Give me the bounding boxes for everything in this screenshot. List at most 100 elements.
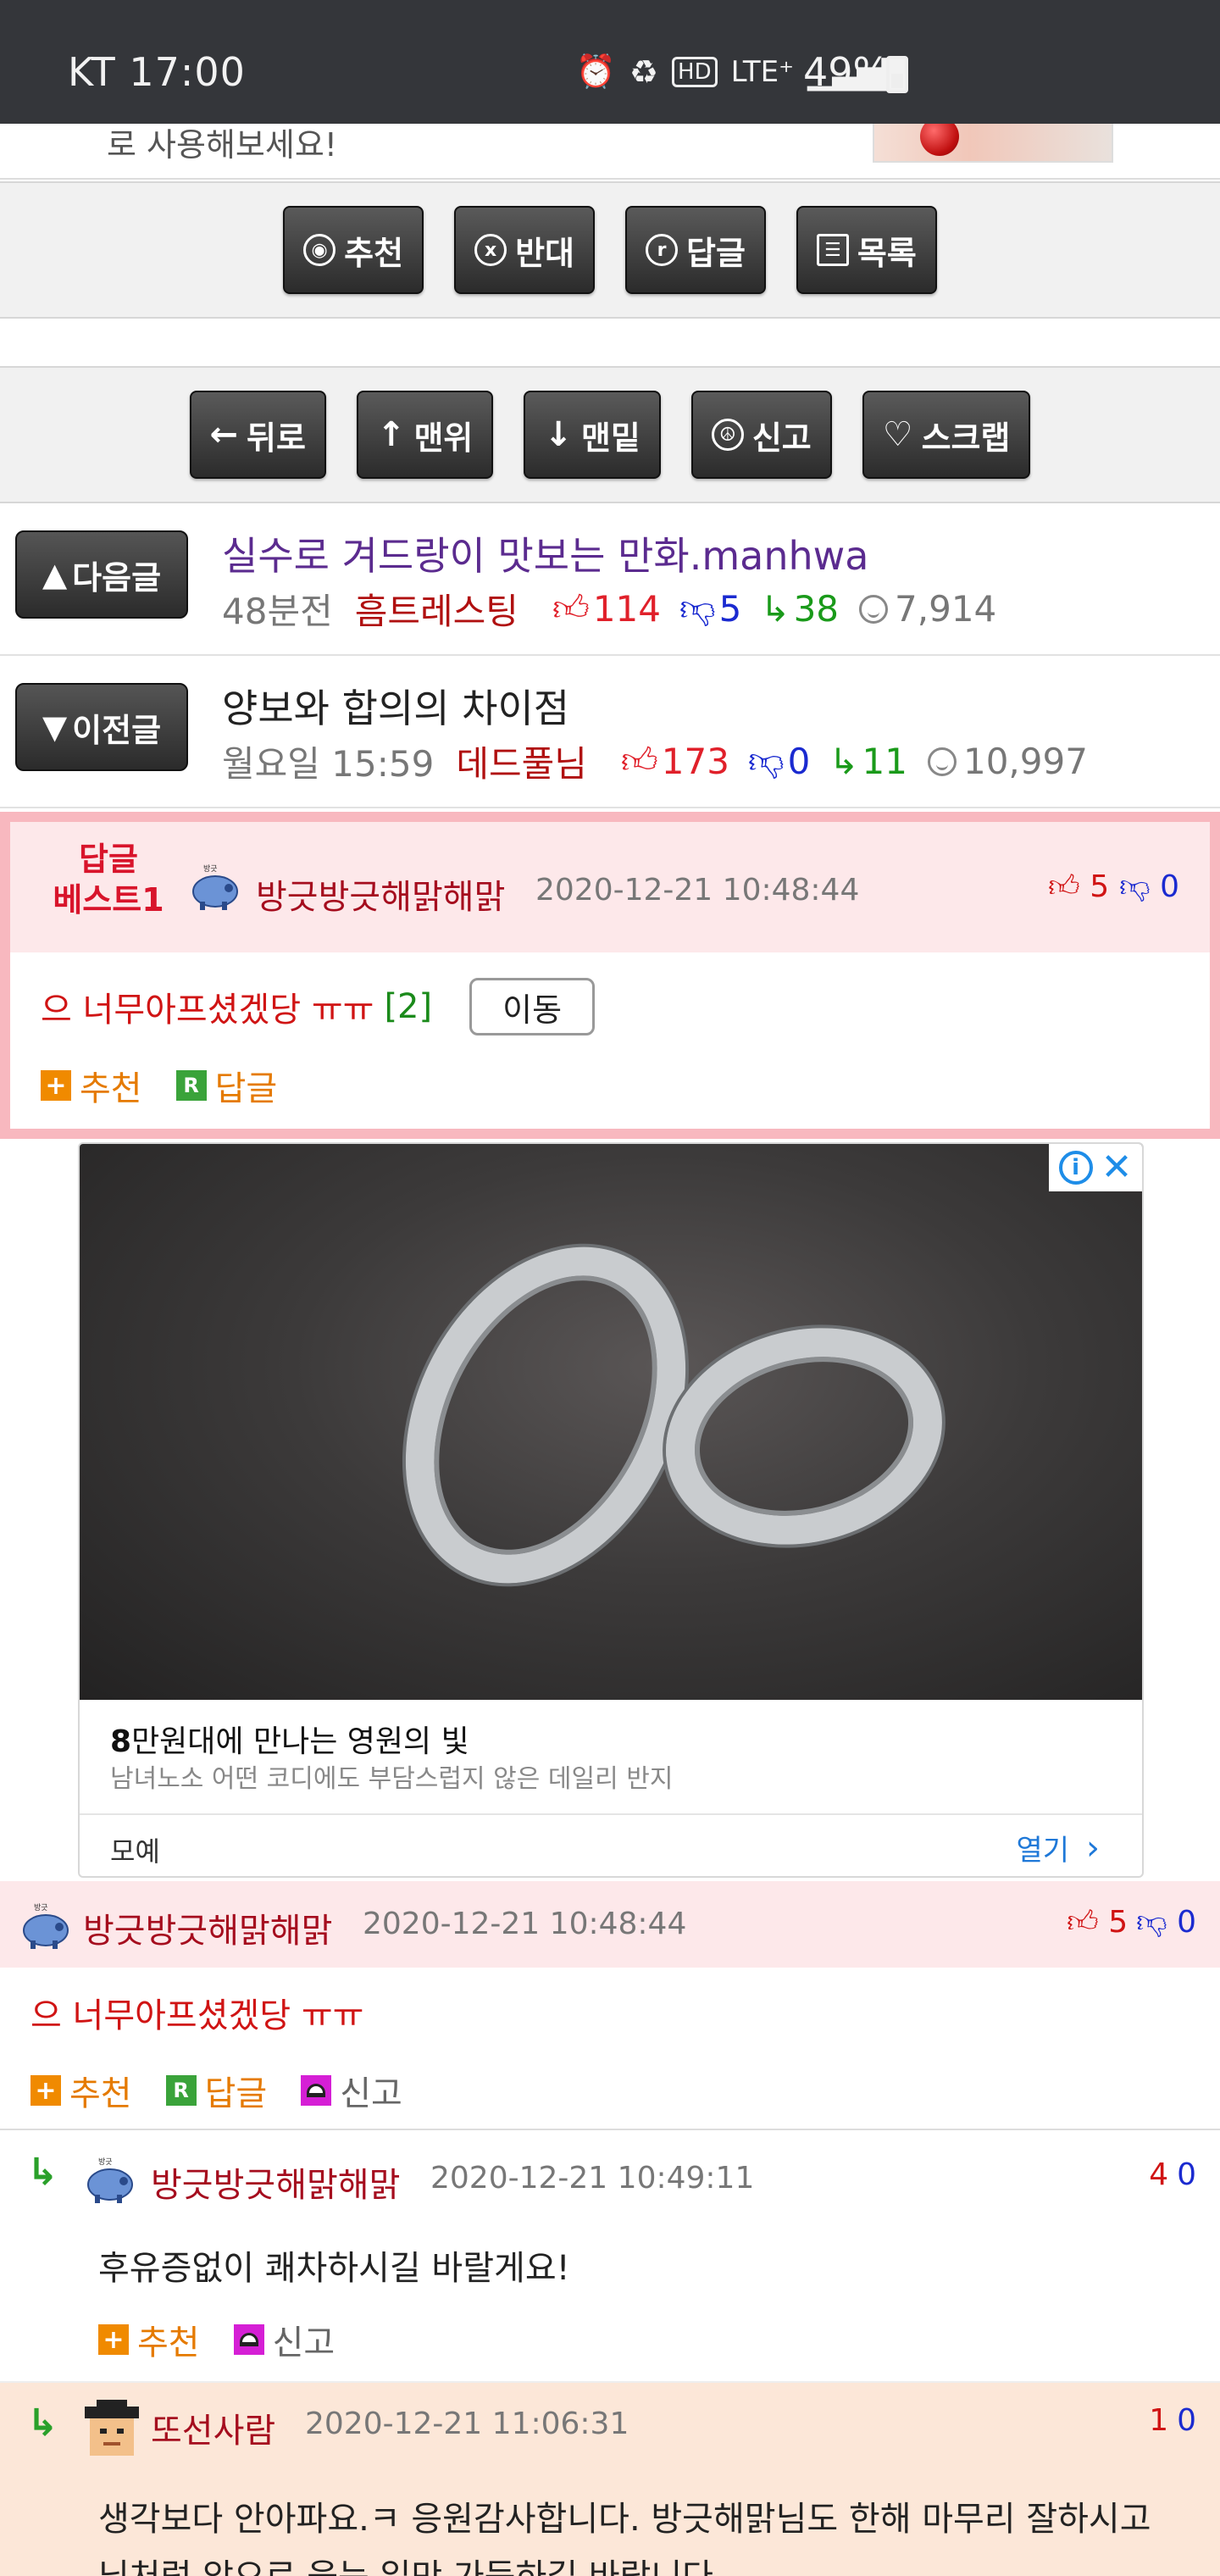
report-action[interactable]: 신고 <box>233 2315 335 2364</box>
scroll-bottom-button[interactable]: ↓ 맨밑 <box>524 391 661 479</box>
ad-brand: 모예 <box>110 1835 160 1868</box>
navigation-toolbar: ← 뒤로 ↑ 맨위 ↓ 맨밑 ☮ 신고 ♡ 스크랩 <box>0 366 1220 503</box>
thumbs-down-icon: 👎︎ <box>1119 869 1151 904</box>
ad-open-button[interactable]: 열기 › <box>1016 1827 1100 1868</box>
reply-count: ↳ 11 <box>829 741 907 782</box>
downvote[interactable]: 👎︎ 0 <box>1119 868 1179 905</box>
next-post-meta: 48분전 흠트레스팅 👍︎ 114 👎︎ 5 ↳ 38 7,914 <box>222 583 996 635</box>
triangle-down-icon: ▼ <box>42 708 68 746</box>
reply-arrow-icon: ↳ <box>829 741 859 782</box>
battery-percent: 49% <box>803 49 890 95</box>
report-label: 신고 <box>751 419 812 457</box>
recommend-label: 추천 <box>344 234 404 272</box>
post-action-toolbar: ◉ 추천 x 반대 r 답글 ☰ 목록 <box>0 181 1220 319</box>
siren-icon <box>301 2075 332 2106</box>
best-reply-actions: + 추천 R 답글 <box>41 1061 277 1110</box>
comment-body-line: 생각보다 안아파요.ㅋ 응원감사합니다. 방긋해맑님도 한해 마무리 잘하시고 <box>98 2500 1151 2539</box>
reply-label: 답글 <box>686 234 746 272</box>
comment-author[interactable]: 또선사람 <box>151 2403 275 2452</box>
next-post-button[interactable]: ▲ 다음글 <box>15 530 188 619</box>
best-reply-body: 으 너무아프셨겠당 ㅠㅠ [2] 이동 <box>41 978 596 1035</box>
prev-post-button[interactable]: ▼ 이전글 <box>15 683 188 771</box>
prev-post-title[interactable]: 양보와 합의의 차이점 <box>222 678 569 734</box>
smile-icon <box>859 594 889 624</box>
best-reply-votes: 👍︎ 5 👎︎ 0 <box>1048 868 1179 905</box>
status-bar: KT 17:00 ⏰ ♻ HD LTE⁺ ▁▃▅▇ 49% <box>0 0 1220 124</box>
ad-choices[interactable]: i ✕ <box>1049 1144 1142 1191</box>
plus-icon: + <box>41 1070 71 1101</box>
ad-image[interactable]: i ✕ <box>80 1144 1142 1700</box>
prev-post-row[interactable]: ▼ 이전글 양보와 합의의 차이점 월요일 15:59 데드풀님 👍︎ 173 👎… <box>0 658 1220 808</box>
triangle-up-icon: ▲ <box>42 556 68 593</box>
comment-author[interactable]: 방긋방긋해맑해맑 <box>151 2157 400 2207</box>
best-reply-author[interactable]: 방긋방긋해맑해맑 <box>256 869 505 919</box>
scroll-top-button[interactable]: ↑ 맨위 <box>356 391 494 479</box>
back-button[interactable]: ← 뒤로 <box>189 391 326 479</box>
post-author[interactable]: 데드풀님 <box>456 736 587 787</box>
plus-icon: + <box>30 2075 61 2106</box>
advertisement[interactable]: i ✕ 8만원대에 만나는 영원의 빛 남녀노소 어떤 코디에도 부담스럽지 않… <box>78 1142 1144 1878</box>
next-post-title[interactable]: 실수로 겨드랑이 맛보는 만화.manhwa <box>222 525 868 581</box>
comment-author[interactable]: 방긋방긋해맑해맑 <box>83 1903 332 1952</box>
thumbs-up-icon: 👍︎ <box>1048 869 1080 904</box>
recommend-action[interactable]: + 추천 <box>98 2315 200 2364</box>
recommend-button[interactable]: ◉ 추천 <box>283 206 424 294</box>
upvote-count: 👍︎ 173 <box>620 740 729 782</box>
svg-text:방긋: 방긋 <box>34 1903 48 1913</box>
best-reply-box: 답글 베스트1 방긋 방긋방긋해맑해맑 2020-12-21 10:48:44 … <box>0 812 1220 1139</box>
pig-avatar-icon: 방긋 <box>192 864 238 910</box>
reply-action[interactable]: R 답글 <box>175 1061 277 1110</box>
upvote-count[interactable]: 1 <box>1149 2403 1168 2438</box>
ad-title[interactable]: 8만원대에 만나는 영원의 빛 <box>110 1717 469 1761</box>
svg-text:방긋: 방긋 <box>98 2157 113 2167</box>
reply-action[interactable]: R 답글 <box>165 2066 267 2115</box>
upvote[interactable]: 👍︎ 5 <box>1048 868 1109 905</box>
alarm-icon: ⏰ <box>575 53 616 90</box>
top-strip-image[interactable] <box>873 124 1113 163</box>
info-icon[interactable]: i <box>1058 1151 1093 1185</box>
list-icon: ☰ <box>816 234 849 266</box>
heart-icon: ♡ <box>882 415 913 454</box>
downvote-count[interactable]: 0 <box>1177 2403 1196 2438</box>
upvote-count[interactable]: 4 <box>1149 2157 1168 2192</box>
recycle-icon: ♻ <box>629 53 659 91</box>
view-count: 10,997 <box>927 741 1088 782</box>
list-label: 목록 <box>857 234 917 272</box>
comment-actions: + 추천 신고 <box>98 2315 335 2364</box>
best-reply-header: 답글 베스트1 방긋 방긋방긋해맑해맑 2020-12-21 10:48:44 … <box>10 822 1210 952</box>
arrow-down-icon: ↓ <box>544 415 573 454</box>
downvote-count: 👎︎ 5 <box>679 587 742 630</box>
recommend-action[interactable]: + 추천 <box>30 2066 132 2115</box>
recommend-action[interactable]: + 추천 <box>41 1061 142 1110</box>
lte-icon: LTE⁺ <box>730 54 795 89</box>
comment: 방긋 방긋방긋해맑해맑 2020-12-21 10:48:44 👍︎ 5 👎︎ … <box>0 1881 1220 2130</box>
comment-votes: 👍︎ 5 👎︎ 0 <box>1067 1903 1196 1940</box>
comment-reply: ↳ 방긋 방긋방긋해맑해맑 2020-12-21 10:49:11 4 0 후유… <box>0 2132 1220 2383</box>
ad-description: 남녀노소 어떤 코디에도 부담스럽지 않은 데일리 반지 <box>110 1764 674 1794</box>
reply-button[interactable]: r 답글 <box>625 206 766 294</box>
chevron-right-icon: › <box>1086 1828 1100 1868</box>
downvote[interactable]: 👎︎ 0 <box>1136 1903 1196 1940</box>
prev-post-button-label: 이전글 <box>72 711 162 749</box>
next-post-row[interactable]: ▲ 다음글 실수로 겨드랑이 맛보는 만화.manhwa 48분전 흠트레스팅 … <box>0 505 1220 656</box>
reply-arrow-icon: ↳ <box>27 2151 58 2194</box>
back-label: 뒤로 <box>247 419 306 457</box>
thumbs-up-icon: 👍︎ <box>620 740 658 781</box>
upvote[interactable]: 👍︎ 5 <box>1067 1903 1128 1940</box>
oppose-button[interactable]: x 반대 <box>454 206 595 294</box>
comment-date: 2020-12-21 10:48:44 <box>363 1907 687 1941</box>
thumbs-down-icon: 👎︎ <box>679 587 716 629</box>
downvote-count[interactable]: 0 <box>1177 2157 1196 2192</box>
comment-header: 방긋 방긋방긋해맑해맑 2020-12-21 10:48:44 👍︎ 5 👎︎ … <box>0 1881 1220 1968</box>
r-icon: R <box>175 1070 207 1101</box>
post-time: 48분전 <box>222 591 333 632</box>
report-button[interactable]: ☮ 신고 <box>690 391 832 479</box>
scrap-button[interactable]: ♡ 스크랩 <box>862 391 1031 479</box>
list-button[interactable]: ☰ 목록 <box>796 206 937 294</box>
report-action[interactable]: 신고 <box>301 2066 402 2115</box>
move-button[interactable]: 이동 <box>469 978 596 1035</box>
post-author[interactable]: 흠트레스팅 <box>355 583 518 635</box>
comment-actions: + 추천 R 답글 신고 <box>30 2066 402 2115</box>
close-icon[interactable]: ✕ <box>1101 1149 1133 1186</box>
comment-votes: 1 0 <box>1149 2403 1196 2438</box>
